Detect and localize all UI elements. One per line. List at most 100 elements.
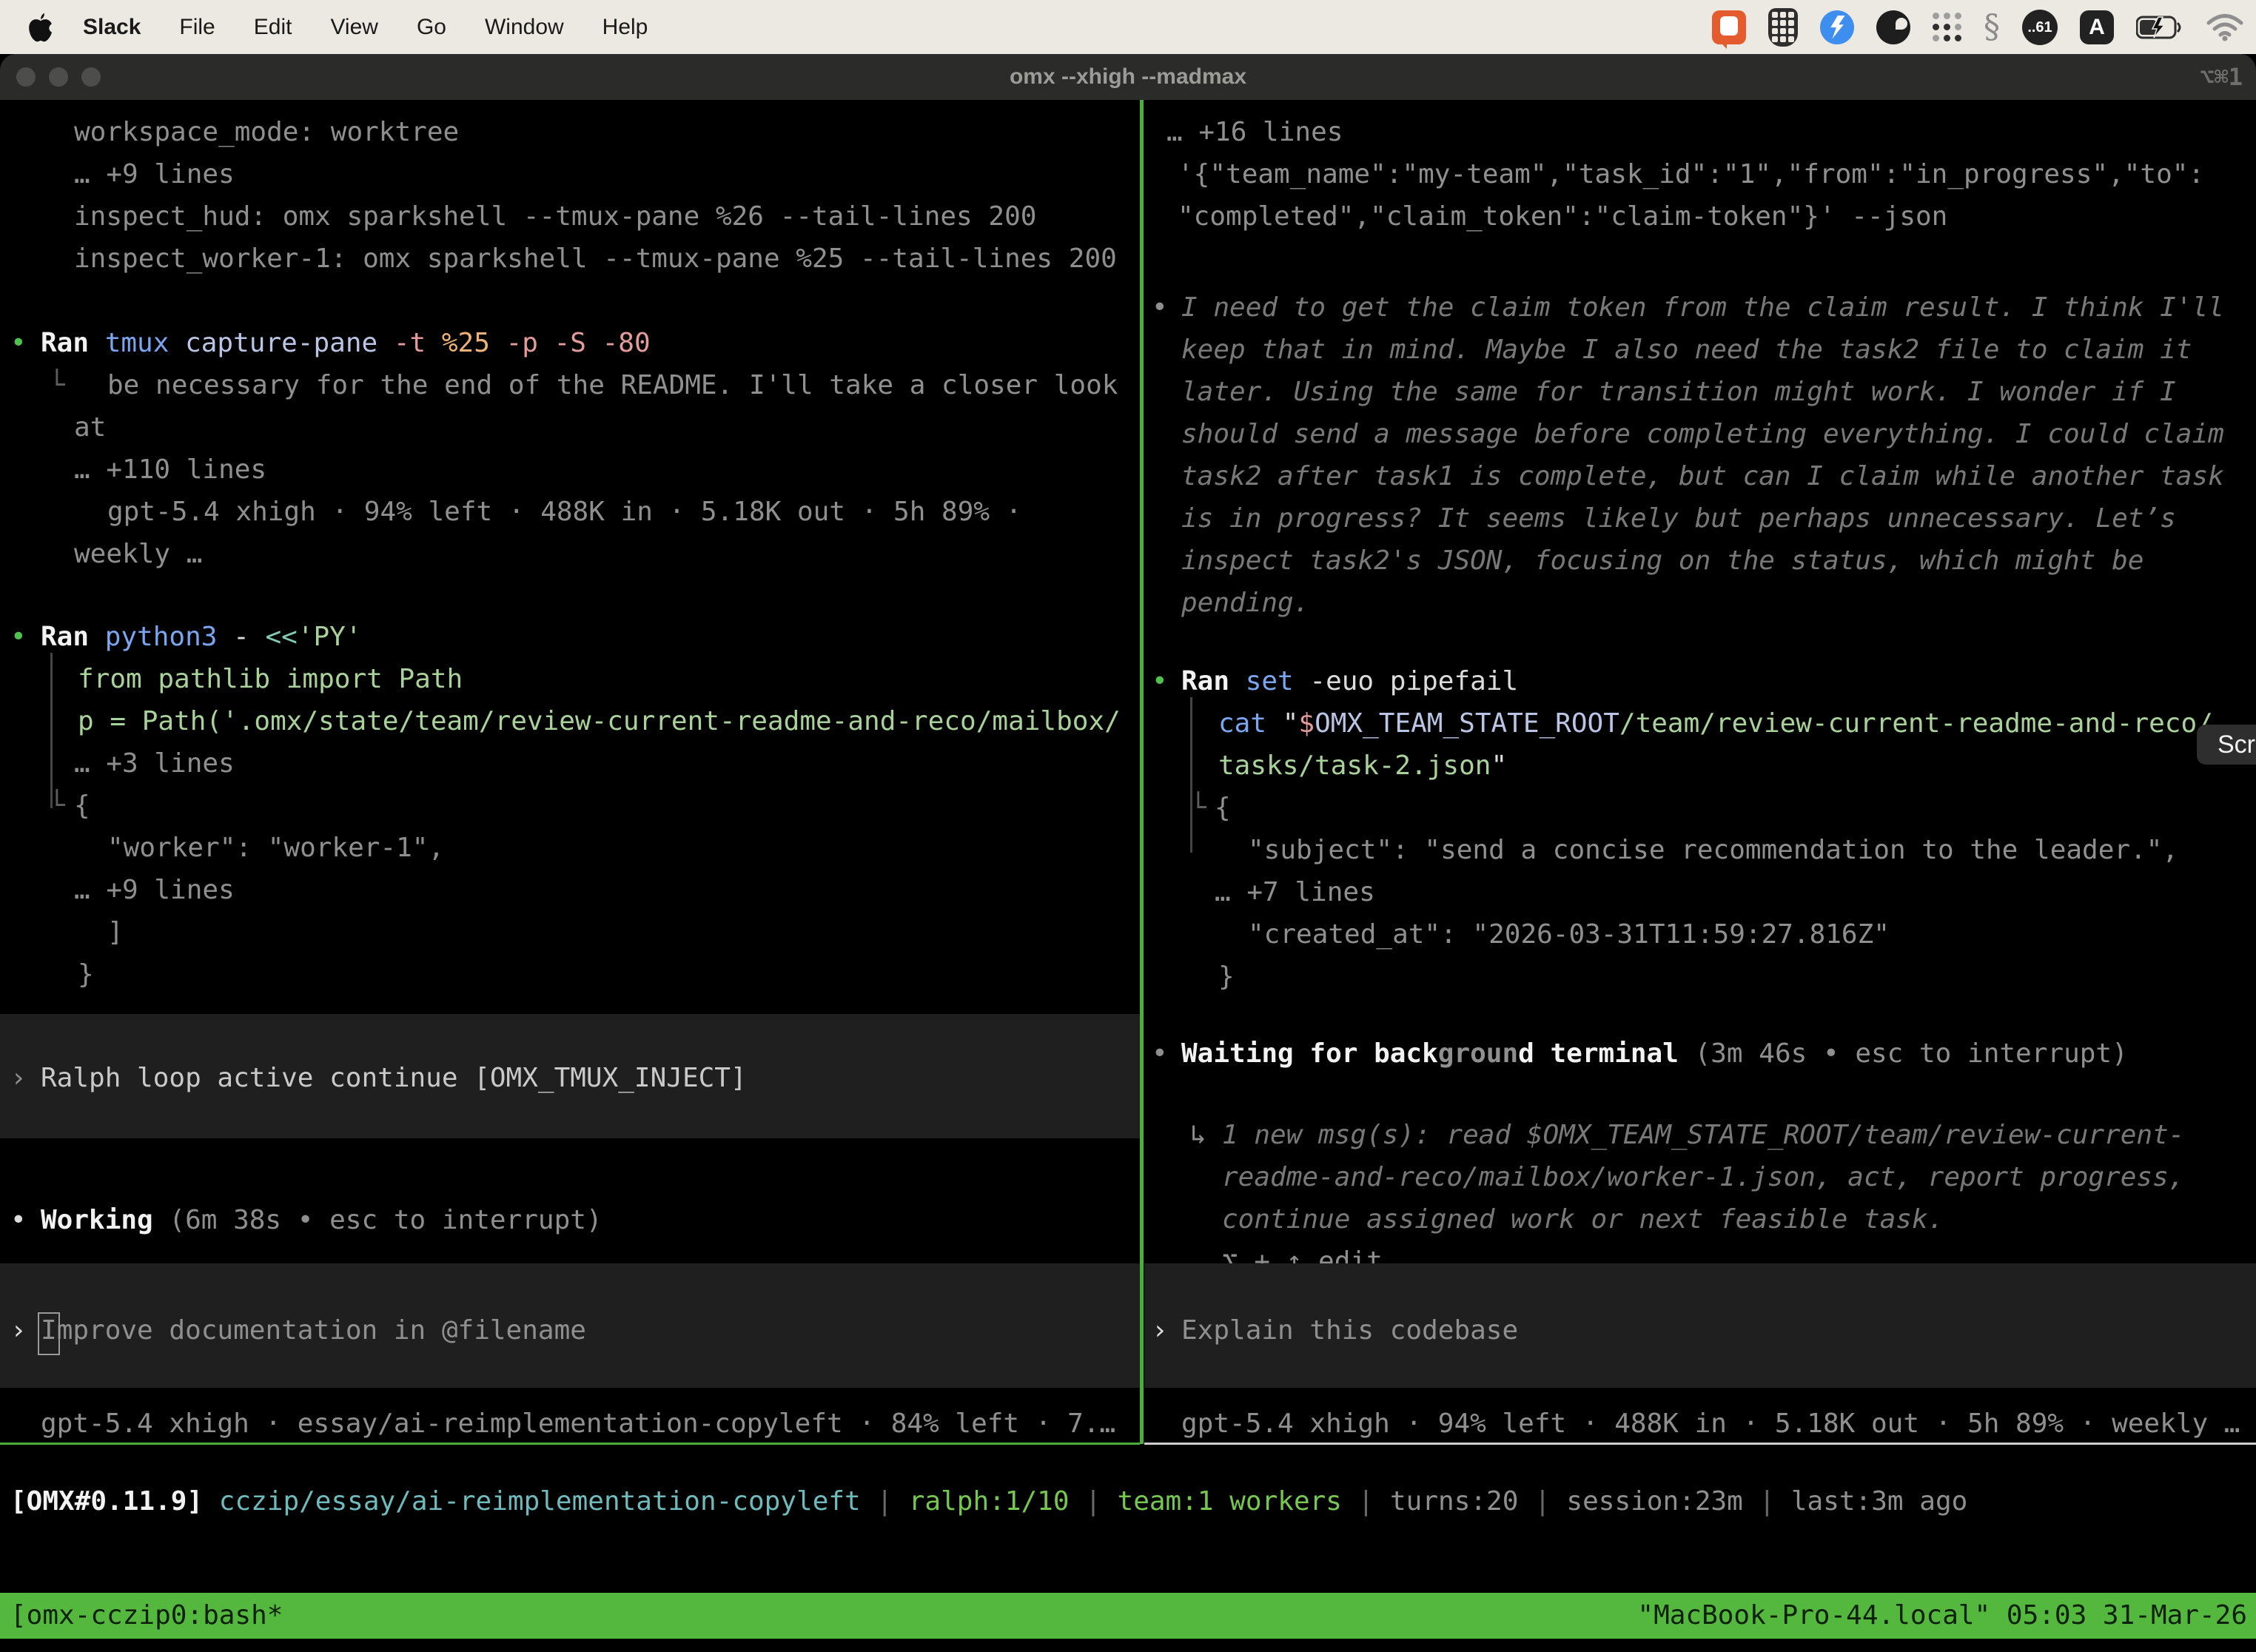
terminal-line: inspect_hud: omx sparkshell --tmux-pane …: [0, 195, 1140, 238]
battery-percent-circle-icon[interactable]: ..61: [2022, 10, 2058, 45]
bolt-circle-icon[interactable]: [1820, 10, 1854, 44]
waiting-status-line: •Waiting for background terminal (3m 46s…: [1144, 1032, 2256, 1075]
macos-menu-bar: Slack File Edit View Go Window Help § ..61 A: [0, 0, 2256, 54]
right-pane-bottom-border: [1144, 1443, 2256, 1445]
dark-circle-icon[interactable]: [1876, 10, 1910, 44]
command-line: •Ran tmux capture-pane -t %25 -p -S -80: [0, 322, 1140, 364]
bullet-icon: •: [1152, 286, 1168, 329]
turns-counter: turns:20: [1390, 1486, 1518, 1517]
output-section: •Waiting for background terminal (3m 46s…: [1144, 1032, 2256, 1075]
left-terminal-pane[interactable]: workspace_mode: worktree… +9 linesinspec…: [0, 100, 1140, 1443]
terminal-line: … +7 lines: [1144, 871, 2256, 913]
terminal-line: task2 after task1 is complete, but can I…: [1144, 455, 2256, 497]
tmux-session-label: [omx-cczip0:bash*: [10, 1593, 283, 1639]
apple-menu-icon[interactable]: [28, 13, 53, 42]
terminal-line: from pathlib import Path: [0, 658, 1140, 700]
elbow-connector: └: [1190, 787, 1206, 829]
terminal-line: └be necessary for the end of the README.…: [0, 364, 1140, 406]
terminal-line: "completed","claim_token":"claim-token"}…: [1144, 195, 2256, 238]
prompt-band: ›Improve documentation in @filename: [0, 1263, 1140, 1388]
menu-item-help[interactable]: Help: [602, 15, 648, 40]
output-section: •Working (6m 38s • esc to interrupt): [0, 1199, 1140, 1241]
output-section: gpt-5.4 xhigh · essay/ai-reimplementatio…: [0, 1403, 1140, 1443]
tmux-status-bar: [omx-cczip0:bash* "MacBook-Pro-44.local"…: [0, 1593, 2256, 1639]
terminal-content: workspace_mode: worktree… +9 linesinspec…: [0, 100, 2256, 1652]
battery-icon[interactable]: [2136, 16, 2183, 39]
terminal-line: }: [1144, 956, 2256, 998]
screen-overlay-tooltip: Scre: [2197, 725, 2256, 765]
prompt-band: ›Ralph loop active continue [OMX_TMUX_IN…: [0, 1014, 1140, 1138]
terminal-line: "worker": "worker-1",: [0, 827, 1140, 869]
menu-item-go[interactable]: Go: [417, 15, 446, 40]
menu-bar-status-icons: § ..61 A: [1712, 0, 2244, 54]
omx-hud-pane: [OMX#0.11.9] cczip/essay/ai-reimplementa…: [0, 1480, 2256, 1522]
screen: Slack File Edit View Go Window Help § ..61 A omx…: [0, 0, 2256, 1652]
command-line: •Ran set -euo pipefail: [1144, 660, 2256, 702]
squiggle-icon[interactable]: §: [1984, 10, 2000, 44]
output-section: … +16 lines'{"team_name":"my-team","task…: [1144, 111, 2256, 238]
omx-version: [OMX#0.11.9]: [10, 1486, 219, 1517]
terminal-line: └{: [1144, 787, 2256, 829]
screen-record-icon[interactable]: [1712, 10, 1746, 44]
left-pane-bottom-border: [0, 1443, 1140, 1445]
prompt-chevron-icon: ›: [1152, 1309, 1168, 1352]
output-section: workspace_mode: worktree… +9 linesinspec…: [0, 111, 1140, 280]
terminal-line: ]: [0, 911, 1140, 953]
terminal-line: workspace_mode: worktree: [0, 111, 1140, 153]
omx-session-status-line: [OMX#0.11.9] cczip/essay/ai-reimplementa…: [0, 1480, 2256, 1522]
menu-item-edit[interactable]: Edit: [254, 15, 292, 40]
terminal-line: "created_at": "2026-03-31T11:59:27.816Z": [1144, 913, 2256, 956]
window-shortcut-badge: ⌥⌘1: [2200, 54, 2243, 100]
output-section: gpt-5.4 xhigh · 94% left · 488K in · 5.1…: [1144, 1403, 2256, 1443]
terminal-line: "subject": "send a concise recommendatio…: [1144, 829, 2256, 871]
bullet-icon: •: [10, 1199, 27, 1241]
terminal-line: should send a message before completing …: [1144, 413, 2256, 455]
session-duration: session:23m: [1566, 1486, 1742, 1517]
menu-item-window[interactable]: Window: [485, 15, 564, 40]
elbow-connector: └: [49, 785, 65, 827]
session-path: cczip/essay/ai-reimplementation-copyleft: [219, 1486, 861, 1517]
terminal-line: gpt-5.4 xhigh · 94% left · 488K in · 5.1…: [0, 491, 1140, 533]
menu-item-slack[interactable]: Slack: [83, 15, 141, 40]
keyboard-layout-icon[interactable]: A: [2080, 10, 2114, 44]
bullet-icon: •: [10, 322, 27, 364]
grid-shield-icon[interactable]: [1768, 8, 1798, 47]
terminal-line: └{: [0, 785, 1140, 827]
bullet-icon: •: [10, 616, 27, 658]
terminal-line: readme-and-reco/mailbox/worker-1.json, a…: [1144, 1156, 2256, 1198]
output-section: •I need to get the claim token from the …: [1144, 286, 2256, 624]
window-titlebar[interactable]: omx --xhigh --madmax ⌥⌘1: [0, 54, 2256, 100]
terminal-line: inspect task2's JSON, focusing on the st…: [1144, 540, 2256, 582]
injected-message-line[interactable]: ›Ralph loop active continue [OMX_TMUX_IN…: [0, 1057, 1140, 1099]
bullet-icon: •: [1152, 660, 1168, 702]
mailbox-notice-line: ↳1 new msg(s): read $OMX_TEAM_STATE_ROOT…: [1144, 1114, 2256, 1156]
menu-item-view[interactable]: View: [330, 15, 377, 40]
terminal-line: weekly …: [0, 533, 1140, 575]
wifi-icon[interactable]: [2206, 13, 2244, 41]
prompt-input[interactable]: ›Improve documentation in @filename: [0, 1309, 1140, 1352]
prompt-placeholder: Explain this codebase: [1181, 1315, 1518, 1346]
ralph-counter: ralph:1/10: [909, 1486, 1070, 1517]
terminal-line: keep that in mind. Maybe I also need the…: [1144, 329, 2256, 371]
reasoning-line: •I need to get the claim token from the …: [1144, 286, 2256, 329]
prompt-chevron-icon: ›: [10, 1057, 27, 1099]
command-line: •Ran python3 - <<'PY': [0, 616, 1140, 658]
output-section: •Ran set -euo pipefailcat "$OMX_TEAM_STA…: [1144, 660, 2256, 998]
terminal-line: … +110 lines: [0, 449, 1140, 491]
text-cursor: I: [41, 1315, 57, 1346]
prompt-input[interactable]: › Explain this codebase: [1144, 1309, 2256, 1352]
dots-grid-icon[interactable]: [1933, 13, 1961, 41]
team-counter: team:1 workers: [1118, 1486, 1342, 1517]
bullet-icon: •: [1152, 1032, 1168, 1075]
prompt-chevron-icon: ›: [10, 1309, 27, 1352]
elbow-connector: └: [49, 364, 65, 406]
terminal-line: … +9 lines: [0, 153, 1140, 195]
terminal-window: omx --xhigh --madmax ⌥⌘1 workspace_mode:…: [0, 54, 2256, 1652]
menu-item-file[interactable]: File: [179, 15, 215, 40]
right-terminal-pane[interactable]: … +16 lines'{"team_name":"my-team","task…: [1144, 100, 2256, 1443]
output-section: ↳1 new msg(s): read $OMX_TEAM_STATE_ROOT…: [1144, 1114, 2256, 1283]
pane-divider[interactable]: [1140, 100, 1144, 1444]
terminal-line: … +9 lines: [0, 869, 1140, 911]
menu-items: Slack File Edit View Go Window Help: [53, 15, 648, 40]
terminal-line: }: [0, 953, 1140, 995]
